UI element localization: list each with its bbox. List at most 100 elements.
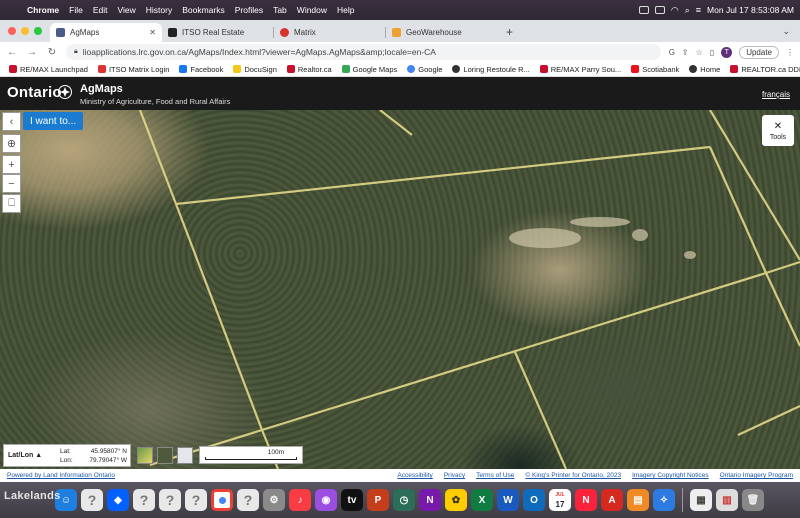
news-icon[interactable]: N <box>575 489 597 511</box>
zoom-out-button[interactable]: − <box>2 174 21 193</box>
calendar-icon[interactable]: JUL 17 <box>549 489 571 511</box>
menu-history[interactable]: History <box>141 5 177 15</box>
bookmark-itso-matrix[interactable]: ITSO Matrix Login <box>93 65 174 74</box>
footer-link-privacy[interactable]: Privacy <box>444 472 465 479</box>
bookmark-remax-launchpad[interactable]: RE/MAX Launchpad <box>4 65 93 74</box>
missing-app-icon[interactable]: ? <box>81 489 103 511</box>
status-icon[interactable] <box>638 6 649 14</box>
tab-search-chevron-icon[interactable]: ⌄ <box>782 26 800 42</box>
podcasts-icon[interactable]: ◉ <box>315 489 337 511</box>
i-want-to-button[interactable]: I want to... <box>23 112 84 130</box>
language-toggle-link[interactable]: français <box>762 90 790 99</box>
url-field[interactable]: 🔒︎ lioapplications.lrc.gov.on.ca/AgMaps/… <box>66 44 661 60</box>
bookmark-google-maps[interactable]: Google Maps <box>337 65 403 74</box>
word-icon[interactable]: W <box>497 489 519 511</box>
downloads-folder-icon[interactable]: ▦ <box>690 489 712 511</box>
sidebar-icon[interactable]: ▯ <box>710 48 714 57</box>
basemap-topo-thumbnail[interactable] <box>177 447 193 464</box>
new-tab-button[interactable]: + <box>498 25 521 42</box>
share-icon[interactable]: ⇪ <box>682 48 689 57</box>
chrome-icon[interactable] <box>211 489 233 511</box>
bookmark-scotiabank[interactable]: Scotiabank <box>626 65 684 74</box>
zoom-in-button[interactable]: + <box>2 155 21 174</box>
more-menu-icon[interactable]: ⋮ <box>786 48 794 57</box>
basemap-street-thumbnail[interactable] <box>137 447 153 464</box>
control-center-icon[interactable]: ≡ <box>696 5 701 15</box>
google-lens-icon[interactable]: G <box>669 48 675 57</box>
bookmark-book-icon[interactable]: ⎕ <box>2 194 21 213</box>
close-window-button[interactable] <box>8 27 16 35</box>
excel-icon[interactable]: X <box>471 489 493 511</box>
tools-button[interactable]: ✕ Tools <box>762 115 794 146</box>
locate-crosshair-icon[interactable]: ⊕ <box>2 134 21 153</box>
footer-link-accessibility[interactable]: Accessibility <box>397 472 432 479</box>
menu-profiles[interactable]: Profiles <box>230 5 268 15</box>
apple-tv-icon[interactable]: tv <box>341 489 363 511</box>
outlook-icon[interactable]: O <box>523 489 545 511</box>
bookmark-home[interactable]: Home <box>684 65 725 74</box>
ontario-logo[interactable]: Ontario <box>7 84 62 101</box>
menu-view[interactable]: View <box>112 5 140 15</box>
wifi-icon[interactable]: ◠ <box>671 5 679 16</box>
onenote-icon[interactable]: N <box>419 489 441 511</box>
reload-icon[interactable]: ↻ <box>46 47 58 58</box>
bookmark-facebook[interactable]: Facebook <box>174 65 228 74</box>
bookmark-remax-parry-sound[interactable]: RE/MAX Parry Sou... <box>535 65 626 74</box>
dropbox-icon[interactable]: ◆ <box>107 489 129 511</box>
basemap-imagery-thumbnail[interactable] <box>157 447 173 464</box>
minimize-window-button[interactable] <box>21 27 29 35</box>
bookmark-realtor[interactable]: Realtor.ca <box>282 65 337 74</box>
bookmark-docusign[interactable]: DocuSign <box>228 65 282 74</box>
menu-app-chrome[interactable]: Chrome <box>22 5 64 15</box>
update-button[interactable]: Update <box>739 45 779 59</box>
menu-edit[interactable]: Edit <box>88 5 113 15</box>
aerial-map[interactable] <box>0 110 800 469</box>
close-tab-icon[interactable]: ✕ <box>149 28 156 37</box>
bookmark-realtor-ddf[interactable]: REALTOR.ca DDF... <box>725 65 800 74</box>
missing-app-icon[interactable]: ? <box>133 489 155 511</box>
bookmark-loring-restoule[interactable]: Loring Restoule R... <box>447 65 534 74</box>
footer-link-terms[interactable]: Terms of Use <box>476 472 514 479</box>
menu-bookmarks[interactable]: Bookmarks <box>177 5 230 15</box>
tab-itso[interactable]: ITSO Real Estate <box>162 23 274 42</box>
acrobat-icon[interactable]: A <box>601 489 623 511</box>
missing-app-icon[interactable]: ? <box>185 489 207 511</box>
system-settings-icon[interactable]: ⚙ <box>263 489 285 511</box>
music-icon[interactable]: ♪ <box>289 489 311 511</box>
trash-icon[interactable]: 🗑︎ <box>742 489 764 511</box>
search-icon[interactable]: ⌕ <box>685 5 690 16</box>
forward-arrow-icon[interactable]: → <box>26 47 38 58</box>
lock-icon[interactable]: 🔒︎ <box>74 48 78 56</box>
books-icon[interactable]: ▤ <box>627 489 649 511</box>
footer-link-copyright[interactable]: © King's Printer for Ontario, 2023 <box>525 472 621 479</box>
coordinate-mode-toggle[interactable]: Lat/Lon ▲ <box>8 452 42 459</box>
powered-by-link[interactable]: Powered by Land Information Ontario <box>7 472 115 479</box>
menubar-clock[interactable]: Mon Jul 17 8:53:08 AM <box>707 5 794 15</box>
zoom-window-button[interactable] <box>34 27 42 35</box>
safari-icon[interactable]: ✧ <box>653 489 675 511</box>
menu-tab[interactable]: Tab <box>268 5 292 15</box>
menu-file[interactable]: File <box>64 5 88 15</box>
tab-matrix[interactable]: Matrix <box>274 23 386 42</box>
back-arrow-icon[interactable]: ← <box>6 47 18 58</box>
missing-app-icon[interactable]: ? <box>237 489 259 511</box>
photos-icon[interactable]: ✿ <box>445 489 467 511</box>
realtor-icon <box>286 65 295 73</box>
footer-link-imagery-program[interactable]: Ontario Imagery Program <box>720 472 793 479</box>
footer-links: Accessibility Privacy Terms of Use © Kin… <box>397 472 793 479</box>
bookmark-google[interactable]: Google <box>402 65 447 74</box>
tab-geowarehouse[interactable]: GeoWarehouse <box>386 23 498 42</box>
menu-window[interactable]: Window <box>292 5 332 15</box>
footer-link-imagery-notices[interactable]: Imagery Copyright Notices <box>632 472 709 479</box>
collapse-panel-button[interactable]: ‹ <box>2 112 21 131</box>
documents-stack-icon[interactable]: ▥ <box>716 489 738 511</box>
tab-agmaps[interactable]: AgMaps ✕ <box>50 23 162 42</box>
missing-app-icon[interactable]: ? <box>159 489 181 511</box>
profile-avatar[interactable]: T <box>721 46 733 58</box>
geowarehouse-favicon-icon <box>392 28 401 37</box>
bookmark-star-icon[interactable]: ☆ <box>696 48 703 57</box>
battery-icon[interactable] <box>654 6 665 14</box>
time-machine-icon[interactable]: ◷ <box>393 489 415 511</box>
menu-help[interactable]: Help <box>332 5 359 15</box>
powerpoint-icon[interactable]: P <box>367 489 389 511</box>
